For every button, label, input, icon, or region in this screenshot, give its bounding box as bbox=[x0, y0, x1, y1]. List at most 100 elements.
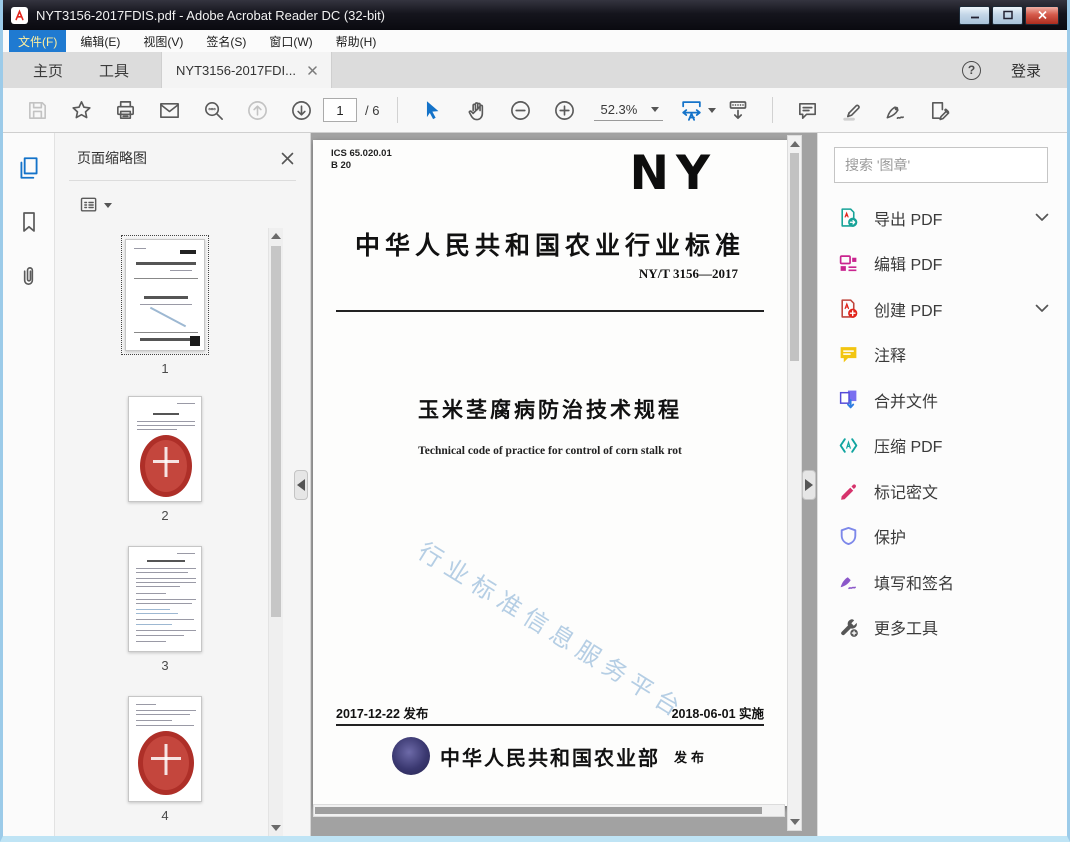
next-page-button[interactable] bbox=[279, 92, 323, 128]
scrollbar-thumb[interactable] bbox=[790, 153, 799, 361]
thumbnail-options-button[interactable] bbox=[79, 195, 310, 215]
maximize-button[interactable] bbox=[992, 5, 1023, 25]
watermark-text: 行业标准信息服务平台 bbox=[412, 537, 691, 726]
document-horizontal-scrollbar[interactable] bbox=[313, 804, 785, 817]
star-button[interactable] bbox=[59, 92, 103, 128]
print-button[interactable] bbox=[103, 92, 147, 128]
close-button[interactable] bbox=[1025, 5, 1059, 25]
tab-home[interactable]: 主页 bbox=[15, 52, 81, 88]
chevron-down-icon bbox=[1035, 213, 1049, 222]
scrollbar-thumb[interactable] bbox=[315, 807, 762, 814]
divider bbox=[69, 180, 296, 181]
menu-sign[interactable]: 签名(S) bbox=[197, 30, 255, 52]
menu-view[interactable]: 视图(V) bbox=[134, 30, 192, 52]
scroll-down-icon[interactable] bbox=[271, 825, 281, 831]
page-number-input[interactable] bbox=[323, 98, 357, 122]
menu-help[interactable]: 帮助(H) bbox=[327, 30, 386, 52]
document-area: ICS 65.020.01 B 20 NY 中华人民共和国农业行业标准 NY/T… bbox=[311, 133, 817, 836]
select-tool-button[interactable] bbox=[410, 92, 454, 128]
ics-code: ICS 65.020.01 B 20 bbox=[331, 148, 392, 172]
toolbar-separator bbox=[772, 97, 774, 123]
document-title-en: Technical code of practice for control o… bbox=[418, 445, 682, 457]
thumbnail-selection bbox=[121, 235, 209, 355]
tool-edit-pdf[interactable]: 编辑 PDF bbox=[818, 241, 1067, 287]
zoom-out-button[interactable] bbox=[498, 92, 542, 128]
tool-redact[interactable]: 标记密文 bbox=[818, 468, 1067, 514]
thumbnail-page-4[interactable]: 4 bbox=[127, 696, 203, 823]
tools-search-input[interactable] bbox=[834, 147, 1048, 183]
reading-mode-button[interactable] bbox=[716, 92, 760, 128]
thumbnail-page-number: 1 bbox=[161, 361, 169, 376]
highlighter-button[interactable] bbox=[829, 92, 873, 128]
toolbar: / 6 52.3% bbox=[3, 88, 1067, 133]
tools-panel: 导出 PDF 编辑 PDF 创建 PDF 注释 合并文件 bbox=[817, 133, 1067, 836]
more-tools-wrench-icon bbox=[841, 619, 858, 637]
thumbnails-scrollbar[interactable] bbox=[268, 228, 283, 836]
divider bbox=[336, 724, 764, 726]
window-title: NYT3156-2017FDIS.pdf - Adobe Acrobat Rea… bbox=[36, 7, 386, 23]
stamp-tool-button[interactable] bbox=[917, 92, 961, 128]
thumbnail-page-2[interactable]: 2 bbox=[127, 396, 203, 523]
sign-in-button[interactable]: 登录 bbox=[1011, 60, 1041, 81]
workspace: 页面缩略图 1 2 3 4 ICS 65.020.01 B 20 NY 中华人民… bbox=[3, 133, 1067, 836]
document-vertical-scrollbar[interactable] bbox=[787, 135, 802, 831]
save-button[interactable] bbox=[15, 92, 59, 128]
expand-right-panel-button[interactable] bbox=[802, 470, 816, 500]
previous-page-button[interactable] bbox=[235, 92, 279, 128]
tab-bar: 主页 工具 NYT3156-2017FDI... ? 登录 bbox=[3, 52, 1067, 88]
tab-document-label: NYT3156-2017FDI... bbox=[176, 62, 296, 78]
title-bar: NYT3156-2017FDIS.pdf - Adobe Acrobat Rea… bbox=[3, 0, 1067, 30]
minimize-button[interactable] bbox=[959, 5, 990, 25]
help-icon[interactable]: ? bbox=[961, 60, 981, 80]
fit-width-dropdown[interactable] bbox=[679, 98, 717, 123]
comment-button[interactable] bbox=[785, 92, 829, 128]
thumbnail-page-1[interactable]: 1 bbox=[119, 235, 211, 376]
tab-tools[interactable]: 工具 bbox=[81, 52, 147, 88]
zoom-level-value: 52.3% bbox=[600, 101, 638, 117]
menu-edit[interactable]: 编辑(E) bbox=[71, 30, 129, 52]
issue-date: 2017-12-22 发布 bbox=[336, 707, 429, 721]
compress-pdf-icon bbox=[839, 438, 858, 453]
tool-compress-pdf[interactable]: 压缩 PDF bbox=[818, 423, 1067, 469]
scrollbar-thumb[interactable] bbox=[271, 246, 281, 617]
hand-tool-button[interactable] bbox=[454, 92, 498, 128]
scroll-up-icon[interactable] bbox=[790, 141, 800, 147]
standard-number: NY/T 3156—2017 bbox=[638, 266, 738, 281]
page-thumbnails-tab[interactable] bbox=[14, 153, 44, 183]
fill-sign-pen-button[interactable] bbox=[873, 92, 917, 128]
divider bbox=[336, 310, 764, 312]
menu-file[interactable]: 文件(F) bbox=[9, 30, 67, 52]
chevron-right-icon bbox=[805, 479, 813, 491]
toolbar-separator bbox=[397, 97, 399, 123]
close-panel-icon[interactable] bbox=[281, 152, 294, 165]
chevron-down-icon bbox=[1035, 304, 1049, 313]
tool-protect[interactable]: 保护 bbox=[818, 514, 1067, 560]
tab-document[interactable]: NYT3156-2017FDI... bbox=[161, 52, 332, 88]
tool-comment[interactable]: 注释 bbox=[818, 332, 1067, 378]
tool-combine-files[interactable]: 合并文件 bbox=[818, 377, 1067, 423]
search-button[interactable] bbox=[191, 92, 235, 128]
create-pdf-icon bbox=[841, 299, 858, 319]
scroll-down-icon[interactable] bbox=[790, 819, 800, 825]
chevron-left-icon bbox=[297, 479, 305, 491]
national-emblem bbox=[391, 737, 430, 775]
document-title-cn: 玉米茎腐病防治技术规程 bbox=[418, 399, 682, 422]
attachments-tab[interactable] bbox=[14, 261, 44, 291]
zoom-level-dropdown[interactable]: 52.3% bbox=[594, 100, 664, 121]
tool-more-tools[interactable]: 更多工具 bbox=[818, 605, 1067, 651]
collapse-left-panel-button[interactable] bbox=[294, 470, 308, 500]
scroll-up-icon[interactable] bbox=[271, 233, 281, 239]
edit-pdf-icon bbox=[839, 255, 857, 271]
email-button[interactable] bbox=[147, 92, 191, 128]
tool-create-pdf[interactable]: 创建 PDF bbox=[818, 286, 1067, 332]
chevron-down-icon bbox=[708, 107, 717, 113]
bookmarks-tab[interactable] bbox=[14, 207, 44, 237]
tool-export-pdf[interactable]: 导出 PDF bbox=[818, 195, 1067, 241]
tool-fill-sign[interactable]: 填写和签名 bbox=[818, 559, 1067, 605]
menu-window[interactable]: 窗口(W) bbox=[260, 30, 321, 52]
thumbnail-page-3[interactable]: 3 bbox=[127, 546, 203, 673]
standard-logo: NY bbox=[629, 146, 717, 201]
chevron-down-icon bbox=[651, 106, 660, 112]
zoom-in-button[interactable] bbox=[542, 92, 586, 128]
close-tab-icon[interactable] bbox=[308, 65, 317, 75]
